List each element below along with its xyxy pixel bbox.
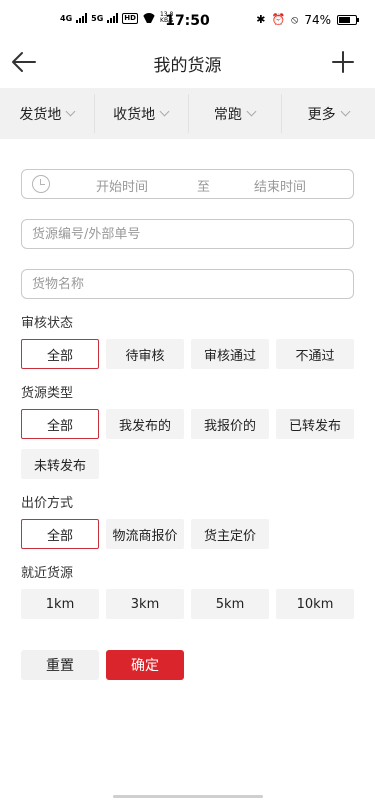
filter-tabs: 发货地 收货地 常跑 更多	[0, 88, 375, 139]
tab-destination[interactable]: 收货地	[93, 88, 188, 139]
mute-icon: ⦸	[291, 13, 299, 26]
review-option-approved[interactable]: 审核通过	[191, 339, 269, 369]
end-time-field[interactable]: 结束时间	[254, 176, 306, 195]
status-bar: 4G 5G HD 13.8 KB/s 17:50 ✱ ⏰ ⦸ 74%	[0, 0, 375, 40]
tab-origin-label: 发货地	[19, 106, 62, 123]
tab-frequent-routes[interactable]: 常跑	[187, 88, 282, 139]
source-option-published[interactable]: 我发布的	[106, 409, 184, 439]
plus-icon	[332, 51, 354, 73]
chevron-down-icon	[340, 106, 351, 117]
status-right: ✱ ⏰ ⦸ 74%	[256, 13, 359, 27]
start-time-field[interactable]: 开始时间	[96, 176, 148, 195]
source-option-not-reposted[interactable]: 未转发布	[21, 449, 99, 479]
source-id-input[interactable]	[21, 219, 354, 249]
battery-text: 74%	[304, 13, 331, 27]
page-title: 我的货源	[153, 56, 222, 76]
goods-name-input[interactable]	[21, 269, 354, 299]
date-separator: 至	[197, 180, 211, 195]
clock-icon	[32, 175, 50, 193]
pricing-option-shipper-price[interactable]: 货主定价	[191, 519, 269, 549]
battery-icon	[337, 15, 359, 25]
source-option-reposted[interactable]: 已转发布	[276, 409, 354, 439]
review-status-label: 审核状态	[21, 316, 74, 331]
home-indicator[interactable]	[113, 795, 263, 798]
tab-more-label: 更多	[307, 106, 336, 123]
alarm-icon: ⏰	[271, 13, 286, 26]
add-button[interactable]	[329, 48, 357, 76]
chevron-down-icon	[246, 106, 257, 117]
source-option-quoted[interactable]: 我报价的	[191, 409, 269, 439]
battery-fill	[339, 17, 351, 23]
tab-destination-label: 收货地	[113, 106, 156, 123]
nearby-option-1km[interactable]: 1km	[21, 589, 99, 619]
chevron-down-icon	[65, 106, 76, 117]
chevron-down-icon	[159, 106, 170, 117]
date-range-picker[interactable]: 开始时间 至 结束时间	[21, 169, 354, 199]
nav-bar: 我的货源	[0, 40, 375, 84]
nearby-option-5km[interactable]: 5km	[191, 589, 269, 619]
reset-button[interactable]: 重置	[21, 650, 99, 680]
tab-more[interactable]: 更多	[281, 88, 375, 139]
source-option-all[interactable]: 全部	[21, 409, 99, 439]
nearby-label: 就近货源	[21, 566, 74, 581]
review-option-all[interactable]: 全部	[21, 339, 99, 369]
source-type-label: 货源类型	[21, 386, 74, 401]
pricing-option-carrier-quote[interactable]: 物流商报价	[106, 519, 184, 549]
pricing-method-label: 出价方式	[21, 496, 74, 511]
bluetooth-icon: ✱	[256, 13, 266, 26]
tab-origin[interactable]: 发货地	[0, 88, 94, 139]
pricing-option-all[interactable]: 全部	[21, 519, 99, 549]
nearby-option-3km[interactable]: 3km	[106, 589, 184, 619]
nearby-option-10km[interactable]: 10km	[276, 589, 354, 619]
review-option-rejected[interactable]: 不通过	[276, 339, 354, 369]
tab-frequent-label: 常跑	[213, 106, 242, 123]
review-option-pending[interactable]: 待审核	[106, 339, 184, 369]
confirm-button[interactable]: 确定	[106, 650, 184, 680]
